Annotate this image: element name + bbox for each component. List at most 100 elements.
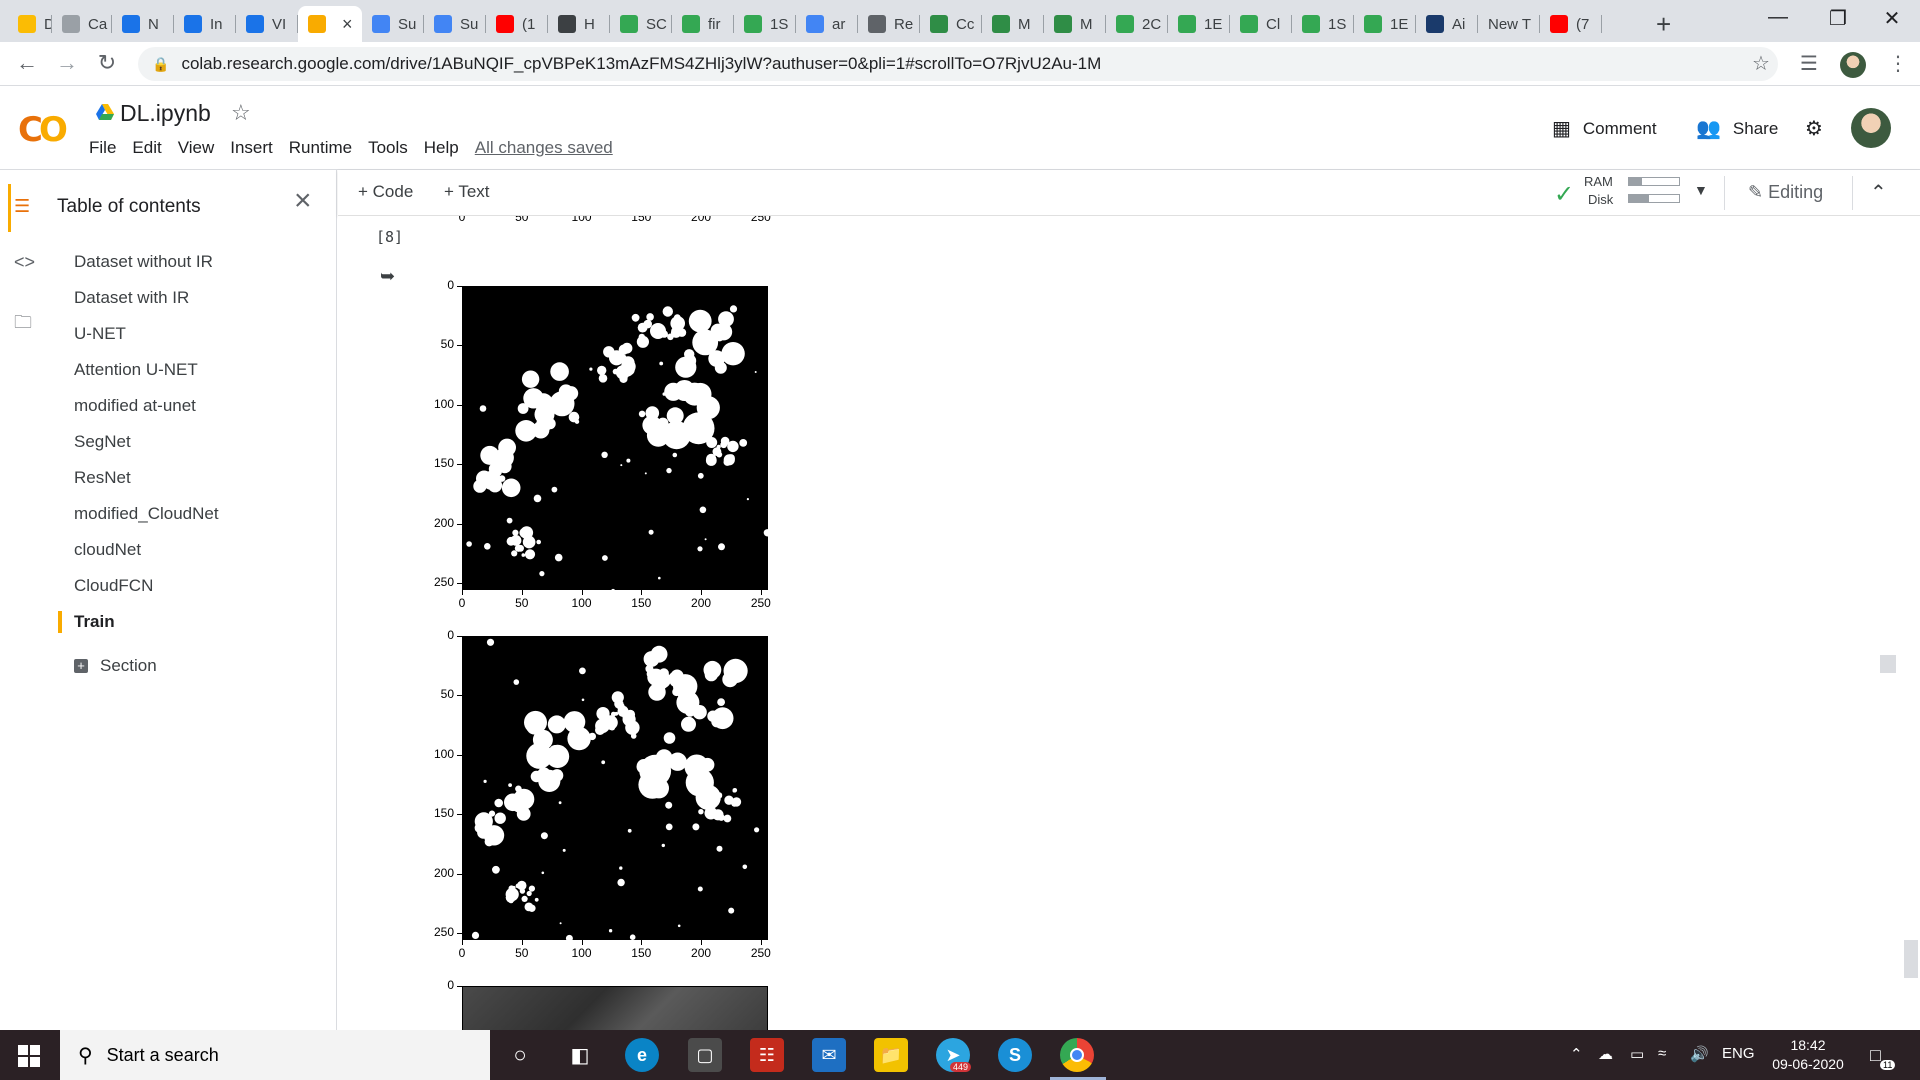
browser-tab[interactable]: Cl [1230,6,1292,42]
restore-button[interactable]: ❐ [1808,6,1868,31]
toc-item[interactable]: modified_CloudNet [74,504,219,524]
notebook-title[interactable]: DL.ipynb [120,100,211,127]
browser-tab[interactable]: Su [362,6,424,42]
skype-icon[interactable]: S [998,1038,1032,1072]
input-language[interactable]: ENG [1722,1045,1755,1062]
onedrive-cloud-icon[interactable]: ☁ [1598,1045,1613,1063]
task-view-icon[interactable]: ◧ [563,1038,597,1072]
code-snippets-icon[interactable]: <> [14,252,35,273]
output-actions-icon[interactable]: ➥ [380,266,395,287]
editing-mode-button[interactable]: ✎ Editing [1748,182,1823,203]
gift-app-icon[interactable]: ☷ [750,1038,784,1072]
browser-tab[interactable]: 1E [1168,6,1230,42]
browser-tab[interactable]: ar [796,6,858,42]
add-section-button[interactable]: + Section [74,656,157,676]
share-button[interactable]: 👥 Share [1696,116,1778,141]
forward-arrow-icon[interactable]: → [52,50,82,76]
show-hidden-icons-chevron-icon[interactable]: ⌃ [1570,1045,1583,1063]
browser-tab[interactable]: VI [236,6,298,42]
wifi-icon[interactable]: ≈ [1658,1045,1666,1062]
menu-help[interactable]: Help [424,138,459,158]
toc-item[interactable]: Attention U-NET [74,360,198,380]
taskbar-search-box[interactable]: ⚲ Start a search [60,1030,490,1080]
menu-file[interactable]: File [89,138,116,158]
collapse-header-icon[interactable]: ⌃ [1870,180,1887,205]
menu-tools[interactable]: Tools [368,138,408,158]
menu-runtime[interactable]: Runtime [289,138,352,158]
toc-item[interactable]: ResNet [74,468,131,488]
windows-start-icon[interactable] [18,1045,40,1067]
profile-avatar[interactable] [1840,52,1866,78]
toc-item[interactable]: cloudNet [74,540,141,560]
page-scrollbar-thumb[interactable] [1904,940,1918,978]
ram-meter[interactable] [1628,177,1680,186]
account-avatar[interactable] [1851,108,1891,148]
browser-tab[interactable]: Ca [52,6,112,42]
reload-icon[interactable]: ↻ [92,50,122,76]
browser-menu-icon[interactable]: ⋮ [1888,51,1908,76]
mail-icon[interactable]: ✉ [812,1038,846,1072]
toc-item[interactable]: Train [74,612,115,632]
menu-edit[interactable]: Edit [132,138,161,158]
disk-meter[interactable] [1628,194,1680,203]
browser-tab[interactable]: SC [610,6,672,42]
browser-tab[interactable]: (1 [486,6,548,42]
toc-item[interactable]: modified at-unet [74,396,196,416]
toc-list-icon[interactable]: ☰ [14,196,30,217]
browser-tab-label: In [210,15,223,33]
save-status[interactable]: All changes saved [475,138,613,158]
address-bar[interactable]: 🔒 colab.research.google.com/drive/1ABuNQ… [138,47,1778,81]
star-icon[interactable]: ☆ [231,100,251,126]
store-bag-icon[interactable]: ▢ [688,1038,722,1072]
add-text-button[interactable]: + Text [444,182,490,202]
browser-tab[interactable]: (7 [1540,6,1602,42]
browser-tab[interactable]: M [982,6,1044,42]
browser-tab[interactable]: 1S [1292,6,1354,42]
browser-tab[interactable]: Ai [1416,6,1478,42]
system-clock[interactable]: 18:42 09-06-2020 [1768,1036,1848,1074]
edge-browser-icon[interactable]: e [625,1038,659,1072]
toc-item[interactable]: Dataset without IR [74,252,213,272]
add-code-button[interactable]: + Code [358,182,413,202]
resources-dropdown-icon[interactable]: ▼ [1694,182,1708,198]
battery-icon[interactable]: ▭ [1630,1045,1644,1063]
browser-tab[interactable]: In [174,6,236,42]
browser-tab[interactable]: H [548,6,610,42]
browser-tab[interactable]: fir [672,6,734,42]
file-explorer-folder-icon[interactable]: 📁 [874,1038,908,1072]
comment-button[interactable]: ▦ Comment [1552,116,1657,141]
output-scrollbar-thumb[interactable] [1880,655,1896,673]
browser-tab[interactable]: Cc [920,6,982,42]
toc-item[interactable]: Dataset with IR [74,288,189,308]
toc-item[interactable]: SegNet [74,432,131,452]
browser-tab[interactable]: × [298,6,362,42]
bookmark-star-icon[interactable]: ☆ [1752,51,1770,76]
files-folder-icon[interactable]: 🗀 [14,310,32,340]
browser-tab[interactable]: N [112,6,174,42]
cortana-circle-icon[interactable]: ○ [503,1038,537,1072]
browser-tab[interactable]: 2C [1106,6,1168,42]
browser-tab[interactable]: M [1044,6,1106,42]
browser-tab[interactable]: 1S [734,6,796,42]
menu-insert[interactable]: Insert [230,138,273,158]
toc-item[interactable]: CloudFCN [74,576,153,596]
volume-icon[interactable]: 🔊 [1690,1045,1709,1063]
minimize-button[interactable]: — [1748,6,1808,29]
close-window-button[interactable]: ✕ [1862,6,1920,31]
menu-view[interactable]: View [178,138,215,158]
browser-tab[interactable]: De [8,6,52,42]
close-tab-icon[interactable]: × [342,14,353,35]
browser-tab[interactable]: Su [424,6,486,42]
chrome-taskbar-icon[interactable] [1050,1038,1106,1080]
browser-tab[interactable]: Re [858,6,920,42]
close-icon[interactable]: × [294,184,312,218]
browser-tab[interactable]: New T [1478,6,1540,42]
colab-logo[interactable]: CO [18,110,68,150]
new-tab-button[interactable]: + [1656,9,1671,40]
browser-tab[interactable]: 1E [1354,6,1416,42]
toolbar-divider-2 [1852,176,1853,210]
settings-gear-icon[interactable]: ⚙ [1805,116,1835,141]
back-arrow-icon[interactable]: ← [12,50,42,76]
toc-item[interactable]: U-NET [74,324,126,344]
media-queue-icon[interactable]: ☰ [1800,51,1818,76]
